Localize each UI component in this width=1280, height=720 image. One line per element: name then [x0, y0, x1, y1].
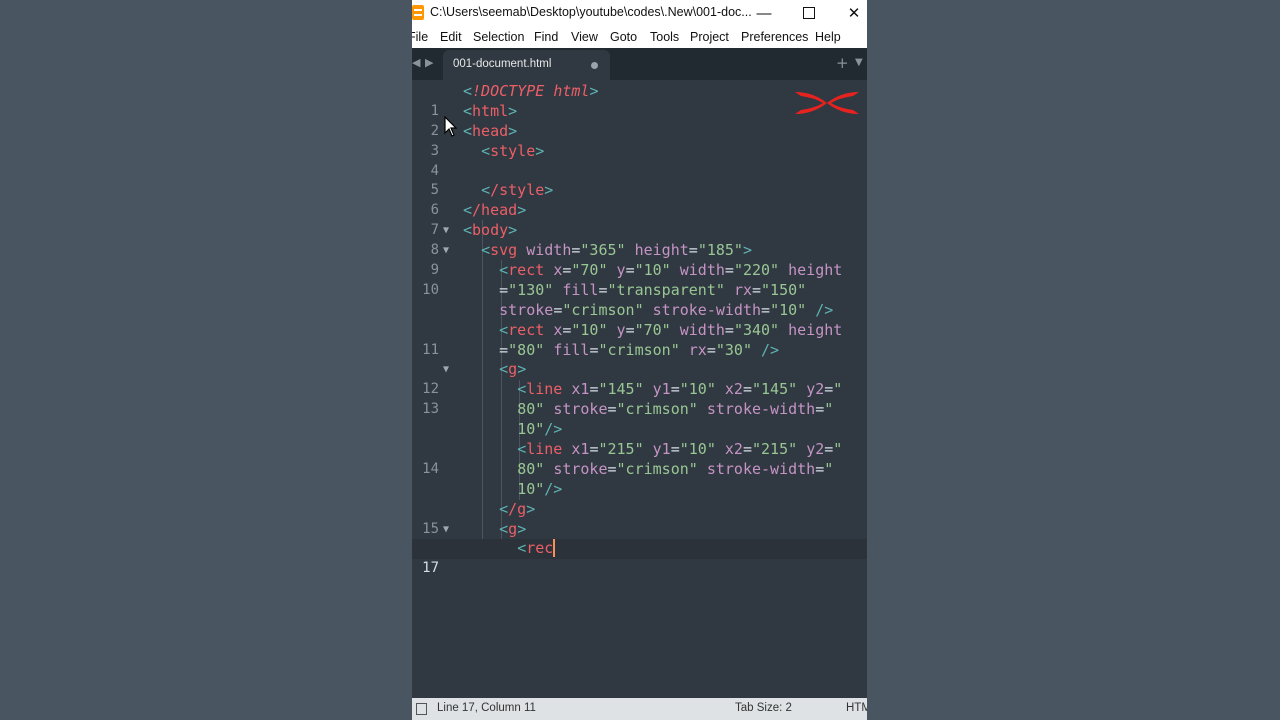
- menu-bar: File Edit Selection Find View Goto Tools…: [412, 26, 867, 49]
- unsaved-dot-icon[interactable]: [591, 62, 598, 69]
- menu-tools[interactable]: Tools: [650, 30, 679, 44]
- code-line: 2 <html>: [412, 102, 867, 139]
- minimize-button[interactable]: —: [752, 2, 776, 24]
- menu-preferences[interactable]: Preferences: [741, 30, 808, 44]
- code-line: 1 <!DOCTYPE html>: [412, 82, 867, 119]
- editor-window: C:\Users\seemab\Desktop\youtube\codes\.N…: [412, 0, 867, 720]
- syntax-selector[interactable]: HTML: [846, 702, 867, 714]
- sublime-text-icon: [412, 5, 424, 20]
- menu-selection[interactable]: Selection: [473, 30, 524, 44]
- menu-help[interactable]: Help: [815, 30, 841, 44]
- code-line-wrap: stroke="crimson" stroke-width="10" />: [499, 300, 834, 319]
- code-line: 11 <rect x="10" y="70" width="340" heigh…: [412, 321, 867, 358]
- cursor-position: Line 17, Column 11: [437, 702, 536, 714]
- code-line-wrap: ="80" fill="crimson" rx="30" />: [463, 340, 780, 359]
- fold-arrow-icon[interactable]: ▼: [443, 520, 449, 540]
- code-line: 4 <style>: [412, 142, 867, 179]
- code-line: 3 <head>: [412, 122, 867, 159]
- code-line-wrap: 10"/>: [517, 420, 563, 439]
- menu-find[interactable]: Find: [534, 30, 558, 44]
- tab-bar: ◀ ▶ 001-document.html + ▼: [412, 48, 867, 80]
- code-line: 7 </head>: [412, 201, 867, 238]
- fold-arrow-icon[interactable]: ▼: [443, 241, 449, 261]
- fold-arrow-icon[interactable]: ▼: [443, 360, 449, 380]
- close-button[interactable]: ✕: [842, 2, 866, 24]
- code-line: 6 </style>: [412, 181, 867, 218]
- text-cursor: [553, 539, 556, 558]
- menu-project[interactable]: Project: [690, 30, 729, 44]
- code-line: 5: [412, 162, 867, 198]
- code-line-wrap: 10"/>: [517, 479, 563, 498]
- tab-label: 001-document.html: [453, 58, 552, 70]
- line-number: 17: [422, 560, 439, 577]
- code-line-wrap: ="130" fill="transparent" rx="150": [463, 280, 807, 299]
- tab-size-selector[interactable]: Tab Size: 2: [735, 702, 792, 714]
- menu-goto[interactable]: Goto: [610, 30, 637, 44]
- panel-toggle-icon[interactable]: [416, 703, 427, 715]
- tab-001-document[interactable]: 001-document.html: [443, 50, 610, 80]
- tab-menu-icon[interactable]: ▼: [855, 57, 863, 68]
- code-line: 16 ▼ <g>: [412, 520, 867, 557]
- code-line: 15 </g>: [412, 500, 867, 537]
- title-bar: C:\Users\seemab\Desktop\youtube\codes\.N…: [412, 0, 867, 26]
- maximize-icon: [803, 7, 815, 19]
- new-tab-icon[interactable]: +: [836, 54, 849, 72]
- tab-prev-arrow-icon[interactable]: ◀: [412, 56, 420, 69]
- menu-view[interactable]: View: [571, 30, 598, 44]
- code-line-wrap: 80" stroke="crimson" stroke-width=": [517, 400, 834, 419]
- fold-arrow-icon[interactable]: ▼: [443, 221, 449, 241]
- code-line: 13 <line x1="145" y1="10" x2="145" y2=": [412, 380, 867, 417]
- mouse-pointer-icon: [444, 116, 458, 137]
- code-line: 8 ▼ <body>: [412, 221, 867, 258]
- code-line: 12 ▼ <g>: [412, 360, 867, 397]
- code-area[interactable]: 1 <!DOCTYPE html> 2 <html> 3 <head> 4 <s…: [412, 82, 867, 576]
- code-line-wrap: 80" stroke="crimson" stroke-width=": [517, 459, 834, 478]
- code-editor[interactable]: 1 <!DOCTYPE html> 2 <html> 3 <head> 4 <s…: [412, 80, 867, 698]
- code-line: 10 <rect x="70" y="10" width="220" heigh…: [412, 261, 867, 298]
- menu-file[interactable]: File: [412, 30, 428, 44]
- code-line: 9 ▼ <svg width="365" height="185">: [412, 241, 867, 278]
- window-title: C:\Users\seemab\Desktop\youtube\codes\.N…: [430, 5, 752, 19]
- code-line: 14 <line x1="215" y1="10" x2="215" y2=": [412, 440, 867, 477]
- code-line-current: 17 <rec: [412, 539, 867, 576]
- maximize-button[interactable]: [797, 2, 821, 24]
- status-bar: Line 17, Column 11 Tab Size: 2 HTML: [412, 698, 867, 720]
- tab-next-arrow-icon[interactable]: ▶: [425, 56, 433, 69]
- menu-edit[interactable]: Edit: [440, 30, 462, 44]
